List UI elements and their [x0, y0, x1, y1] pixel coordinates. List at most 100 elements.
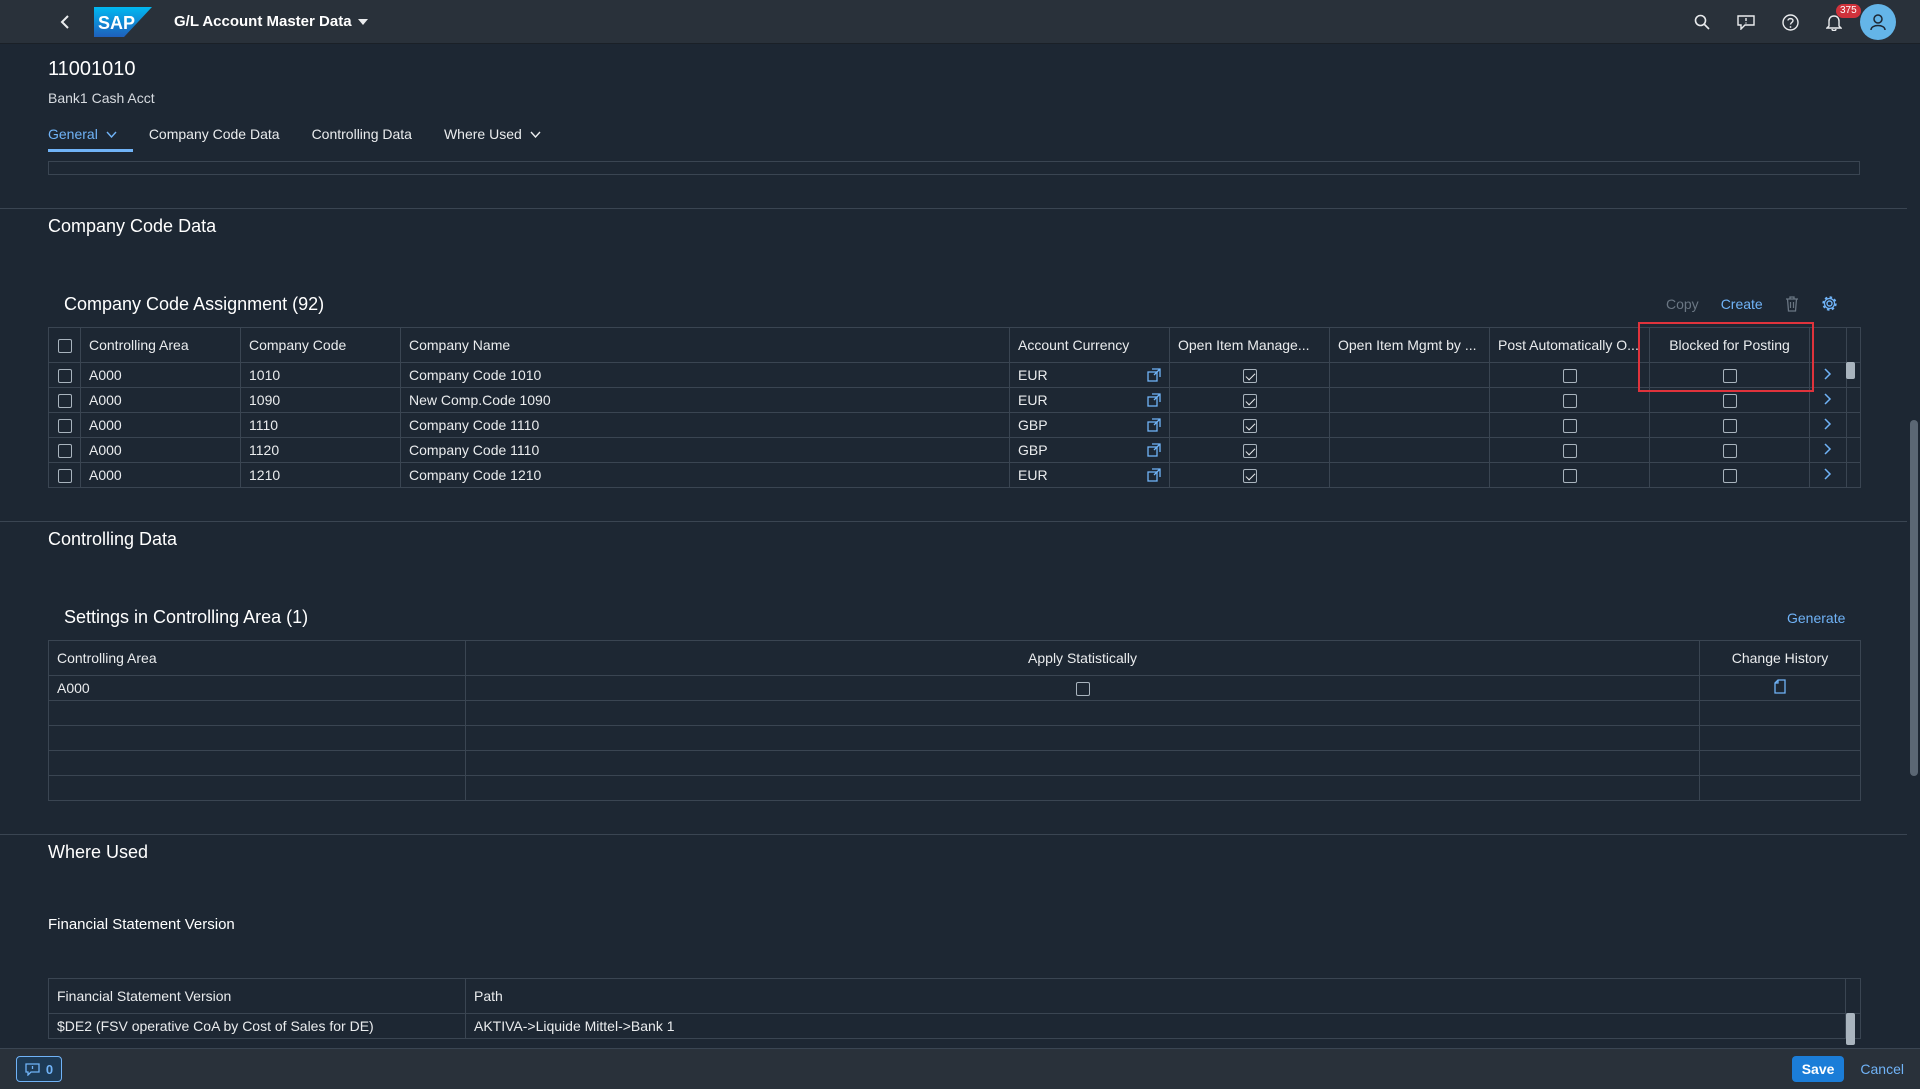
delete-button[interactable]	[1785, 295, 1799, 312]
blocked-for-posting-checkbox[interactable]	[1722, 419, 1737, 434]
column-header[interactable]: Open Item Manage...	[1169, 327, 1330, 363]
search-button[interactable]	[1680, 0, 1724, 44]
table-row[interactable]: A000 1120 Company Code 1110 GBP	[48, 437, 1861, 463]
column-header[interactable]: Post Automatically O...	[1489, 327, 1650, 363]
app-title-menu[interactable]: G/L Account Master Data	[174, 13, 368, 30]
apply-statistically-checkbox[interactable]	[1075, 682, 1090, 697]
section-title-controlling: Controlling Data	[48, 529, 178, 549]
row-navigation[interactable]	[1809, 412, 1847, 438]
document-icon[interactable]	[1774, 679, 1786, 694]
column-header[interactable]: Company Code	[240, 327, 401, 363]
messages-button[interactable]: 0	[16, 1056, 62, 1082]
row-select-checkbox[interactable]	[57, 444, 72, 459]
table-scrollbar-thumb[interactable]	[1846, 362, 1855, 379]
tab-where-used[interactable]: Where Used	[444, 116, 557, 152]
chevron-right-icon[interactable]	[1824, 418, 1832, 430]
help-button[interactable]	[1768, 0, 1812, 44]
column-header[interactable]: Change History	[1699, 640, 1861, 676]
scroll-column	[1846, 462, 1861, 488]
page-scrollbar[interactable]	[1907, 44, 1920, 1048]
column-header[interactable]: Account Currency	[1009, 327, 1170, 363]
row-navigation[interactable]	[1809, 437, 1847, 463]
save-button[interactable]: Save	[1791, 1056, 1845, 1082]
post-automatically-checkbox[interactable]	[1562, 469, 1577, 484]
generate-button[interactable]: Generate	[1787, 610, 1845, 626]
column-header[interactable]: Company Name	[400, 327, 1010, 363]
cancel-button[interactable]: Cancel	[1860, 1061, 1904, 1077]
feedback-button[interactable]	[1724, 0, 1768, 44]
row-navigation[interactable]	[1809, 362, 1847, 388]
notification-badge: 375	[1836, 4, 1861, 18]
tab-controlling-data[interactable]: Controlling Data	[312, 116, 428, 152]
select-all-checkbox[interactable]	[57, 339, 72, 354]
open-item-checkbox[interactable]	[1242, 444, 1257, 459]
cell-account-currency: GBP	[1009, 437, 1170, 463]
row-select-checkbox[interactable]	[57, 419, 72, 434]
column-header[interactable]: Blocked for Posting	[1649, 327, 1810, 363]
currency-value: GBP	[1018, 417, 1048, 433]
cell-open-item-mgmt-by	[1329, 387, 1490, 413]
back-button[interactable]	[44, 0, 88, 44]
external-link-icon[interactable]	[1147, 368, 1161, 382]
blocked-for-posting-checkbox[interactable]	[1722, 444, 1737, 459]
row-select-checkbox[interactable]	[57, 394, 72, 409]
open-item-checkbox[interactable]	[1242, 469, 1257, 484]
external-link-icon[interactable]	[1147, 443, 1161, 457]
open-item-checkbox[interactable]	[1242, 419, 1257, 434]
open-item-checkbox[interactable]	[1242, 369, 1257, 384]
column-header[interactable]: Path	[465, 978, 1846, 1014]
table-row[interactable]: A000 1090 New Comp.Code 1090 EUR	[48, 387, 1861, 413]
external-link-icon[interactable]	[1147, 418, 1161, 432]
table-row[interactable]: A000 1010 Company Code 1010 EUR	[48, 362, 1861, 388]
cell-blocked-for-posting	[1649, 387, 1810, 413]
svg-text:SAP: SAP	[98, 13, 135, 33]
cell-post-automatically	[1489, 462, 1650, 488]
post-automatically-checkbox[interactable]	[1562, 394, 1577, 409]
table-row[interactable]: A000 1110 Company Code 1110 GBP	[48, 412, 1861, 438]
copy-button[interactable]: Copy	[1666, 296, 1699, 312]
object-header: 11001010 Bank1 Cash Acct General Company…	[0, 44, 1907, 164]
cell-controlling-area: A000	[80, 362, 241, 388]
blocked-for-posting-checkbox[interactable]	[1722, 469, 1737, 484]
external-link-icon[interactable]	[1147, 393, 1161, 407]
chevron-right-icon[interactable]	[1824, 443, 1832, 455]
cell-company-name: New Comp.Code 1090	[400, 387, 1010, 413]
cell-account-currency: GBP	[1009, 412, 1170, 438]
row-select-checkbox[interactable]	[57, 469, 72, 484]
post-automatically-checkbox[interactable]	[1562, 419, 1577, 434]
chevron-right-icon[interactable]	[1824, 368, 1832, 380]
table-scrollbar-thumb[interactable]	[1846, 1013, 1855, 1045]
help-icon	[1781, 13, 1799, 31]
table-row[interactable]: A000 1210 Company Code 1210 EUR	[48, 462, 1861, 488]
blocked-for-posting-checkbox[interactable]	[1722, 394, 1737, 409]
row-select-checkbox[interactable]	[57, 369, 72, 384]
external-link-icon[interactable]	[1147, 468, 1161, 482]
notifications-button[interactable]: 375	[1812, 0, 1861, 44]
column-header[interactable]: Financial Statement Version	[48, 978, 466, 1014]
chevron-right-icon[interactable]	[1824, 393, 1832, 405]
caret-down-icon	[357, 18, 368, 25]
post-automatically-checkbox[interactable]	[1562, 369, 1577, 384]
page-scrollbar-thumb[interactable]	[1910, 420, 1918, 776]
cell-post-automatically	[1489, 387, 1650, 413]
column-header[interactable]: Controlling Area	[48, 640, 466, 676]
table-row[interactable]: $DE2 (FSV operative CoA by Cost of Sales…	[48, 1013, 1861, 1039]
column-header[interactable]: Controlling Area	[80, 327, 241, 363]
tab-company-code-data[interactable]: Company Code Data	[149, 116, 296, 152]
company-code-table: Controlling Area Company Code Company Na…	[48, 327, 1861, 488]
column-header[interactable]: Open Item Mgmt by ...	[1329, 327, 1490, 363]
open-item-checkbox[interactable]	[1242, 394, 1257, 409]
cell-post-automatically	[1489, 362, 1650, 388]
post-automatically-checkbox[interactable]	[1562, 444, 1577, 459]
create-button[interactable]: Create	[1721, 296, 1763, 312]
app-title: G/L Account Master Data	[174, 13, 352, 30]
tab-general[interactable]: General	[48, 116, 133, 152]
user-avatar[interactable]	[1860, 4, 1896, 40]
row-navigation[interactable]	[1809, 387, 1847, 413]
chevron-right-icon[interactable]	[1824, 468, 1832, 480]
table-row[interactable]: A000	[48, 675, 1861, 701]
settings-button[interactable]	[1821, 295, 1838, 312]
row-navigation[interactable]	[1809, 462, 1847, 488]
column-header[interactable]: Apply Statistically	[465, 640, 1700, 676]
blocked-for-posting-checkbox[interactable]	[1722, 369, 1737, 384]
